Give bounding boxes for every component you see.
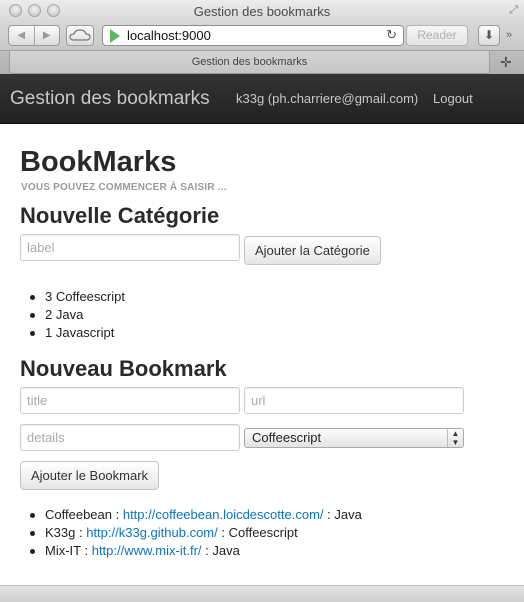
window-titlebar: Gestion des bookmarks ⤢	[0, 0, 524, 22]
icloud-tabs-button[interactable]	[66, 25, 94, 46]
reader-button[interactable]: Reader	[406, 25, 468, 46]
user-info: k33g (ph.charriere@gmail.com)	[236, 91, 419, 106]
add-category-button[interactable]: Ajouter la Catégorie	[244, 236, 381, 265]
bookmark-name: Mix-IT	[45, 543, 81, 558]
new-tab-icon[interactable]: ✛	[500, 54, 512, 71]
bookmark-name: Coffeebean	[45, 507, 112, 522]
reload-icon[interactable]: ↻	[386, 27, 397, 43]
bookmark-item: Coffeebean : http://coffeebean.loicdesco…	[20, 506, 362, 524]
bookmark-category: Coffeescript	[228, 525, 298, 540]
bookmark-name: K33g	[45, 525, 76, 540]
tab-active[interactable]: Gestion des bookmarks	[9, 51, 490, 74]
category-select[interactable]: Coffeescript ▲ ▼	[244, 428, 464, 448]
bookmark-item: K33g : http://k33g.github.com/ : Coffees…	[20, 524, 362, 542]
sidebar-toggle-icon[interactable]: »	[506, 29, 512, 41]
cloud-icon	[69, 29, 91, 41]
page-title: BookMarks	[20, 146, 177, 178]
browser-toolbar: ◀ ▶ localhost:9000 ↻ Reader ⬇ »	[0, 22, 524, 50]
download-icon: ⬇	[483, 28, 495, 42]
category-item: 1 Javascript	[20, 324, 125, 342]
new-bookmark-heading: Nouveau Bookmark	[20, 356, 227, 381]
category-list: 3 Coffeescript 2 Java 1 Javascript	[20, 288, 125, 342]
bookmark-details-input[interactable]	[20, 424, 240, 451]
bookmark-link[interactable]: http://k33g.github.com/	[86, 525, 218, 540]
history-nav: ◀ ▶	[8, 25, 60, 46]
bookmark-category: Java	[212, 543, 240, 558]
page-subtitle: VOUS POUVEZ COMMENCER À SAISIR ...	[21, 182, 227, 193]
bookmark-item: Mix-IT : http://www.mix-it.fr/ : Java	[20, 542, 362, 560]
site-icon	[110, 29, 120, 43]
address-bar[interactable]: localhost:9000 ↻	[102, 25, 404, 46]
tab-bar: Gestion des bookmarks ✛	[0, 50, 524, 74]
bookmark-link[interactable]: http://www.mix-it.fr/	[92, 543, 202, 558]
category-select-value: Coffeescript	[252, 430, 322, 445]
fullscreen-icon[interactable]: ⤢	[509, 4, 518, 17]
bookmark-category: Java	[334, 507, 362, 522]
forward-arrow-icon[interactable]: ▶	[35, 26, 60, 45]
add-bookmark-button[interactable]: Ajouter le Bookmark	[20, 461, 160, 490]
bookmark-link[interactable]: http://coffeebean.loicdescotte.com/	[123, 507, 324, 522]
bookmark-title-input[interactable]	[20, 387, 240, 414]
category-item: 3 Coffeescript	[20, 288, 125, 306]
bookmark-list: Coffeebean : http://coffeebean.loicdesco…	[20, 506, 362, 560]
new-category-heading: Nouvelle Catégorie	[20, 203, 220, 228]
category-item: 2 Java	[20, 306, 125, 324]
category-label-input[interactable]	[20, 234, 240, 261]
app-navbar: Gestion des bookmarks k33g (ph.charriere…	[0, 74, 524, 124]
downloads-button[interactable]: ⬇	[478, 25, 500, 46]
select-arrows-icon: ▲ ▼	[447, 429, 463, 447]
brand-title[interactable]: Gestion des bookmarks	[10, 88, 210, 110]
back-arrow-icon[interactable]: ◀	[9, 26, 35, 45]
bookmark-url-input[interactable]	[244, 387, 464, 414]
status-bar	[0, 585, 524, 602]
window-title: Gestion des bookmarks	[193, 4, 331, 19]
logout-link[interactable]: Logout	[433, 91, 473, 106]
address-url: localhost:9000	[127, 28, 211, 43]
